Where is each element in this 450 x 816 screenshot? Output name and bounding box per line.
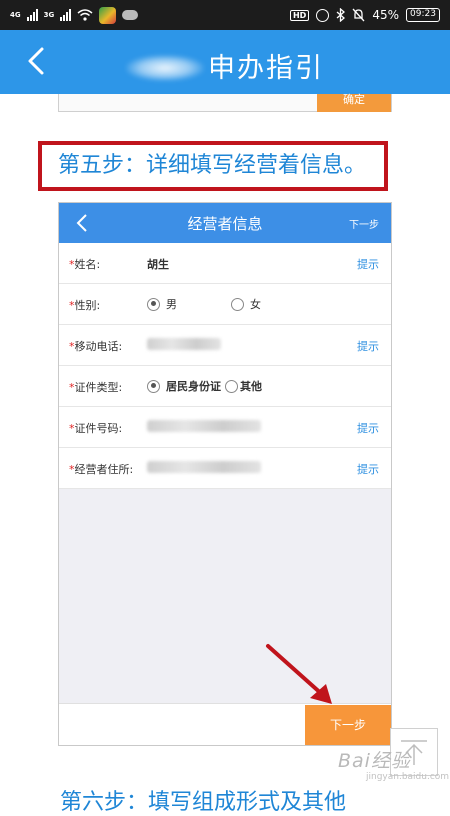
id-type-label: *证件类型: <box>69 381 123 394</box>
app-notification-icon <box>99 6 117 24</box>
name-value[interactable]: 胡生 <box>147 256 169 272</box>
name-row: *姓名: 胡生 提示 <box>59 243 391 284</box>
radio-selected-icon <box>147 297 160 311</box>
id-number-value-blurred[interactable] <box>147 420 261 435</box>
battery-icon: 09:23 <box>406 8 440 22</box>
name-label: *姓名: <box>69 258 101 271</box>
watermark-url: jingyan.baidu.com <box>366 772 450 782</box>
id-number-row: *证件号码: 提示 <box>59 407 391 448</box>
id-type-other-radio[interactable]: 其他 <box>225 378 262 394</box>
signal-icon <box>26 9 38 21</box>
name-hint-link[interactable]: 提示 <box>357 256 379 272</box>
network-3g-label: 3G <box>43 10 55 19</box>
hd-badge: HD <box>289 9 310 21</box>
confirm-button[interactable]: 确定 <box>317 94 391 112</box>
mute-icon <box>352 8 365 22</box>
previous-step-screenshot: 确定 <box>58 94 392 112</box>
phone-value-blurred[interactable] <box>147 338 221 353</box>
operator-info-screenshot: 经营者信息 下一步 *姓名: 胡生 提示 *性别: 男 女 *移动电话: 提示 … <box>58 202 392 746</box>
id-number-hint-link[interactable]: 提示 <box>357 420 379 436</box>
form-header: 经营者信息 下一步 <box>59 203 391 243</box>
battery-percent: 45% <box>372 8 399 22</box>
gender-row: *性别: 男 女 <box>59 284 391 325</box>
alarm-icon <box>316 8 330 22</box>
id-type-row: *证件类型: 居民身份证 其他 <box>59 366 391 407</box>
address-label: *经营者住所: <box>69 463 134 476</box>
radio-unselected-icon <box>231 297 244 311</box>
app-header: 申办指引 <box>0 30 450 94</box>
gender-female-radio[interactable]: 女 <box>231 296 261 312</box>
cloud-icon <box>122 10 139 20</box>
address-value-blurred[interactable] <box>147 461 261 476</box>
radio-unselected-icon <box>225 379 238 393</box>
blurred-title-prefix <box>126 55 204 81</box>
signal-icon-2 <box>60 9 72 21</box>
wifi-icon <box>77 9 93 21</box>
radio-selected-icon <box>147 379 160 393</box>
clock-time: 09:23 <box>410 9 436 19</box>
address-row: *经营者住所: 提示 <box>59 448 391 489</box>
id-type-resident-card-radio[interactable]: 居民身份证 <box>147 378 221 394</box>
status-bar: 4G 3G HD 45% 09:23 <box>0 0 450 30</box>
id-number-label: *证件号码: <box>69 422 123 435</box>
step-six-heading: 第六步：填写组成形式及其他 <box>60 790 347 815</box>
gender-label: *性别: <box>69 299 101 312</box>
baidu-watermark-logo: Bai经验 <box>338 750 411 772</box>
form-bottom-bar: 下一步 <box>59 703 391 745</box>
page-title: 申办指引 <box>0 46 450 85</box>
address-hint-link[interactable]: 提示 <box>357 461 379 477</box>
phone-hint-link[interactable]: 提示 <box>357 338 379 354</box>
phone-label: *移动电话: <box>69 340 123 353</box>
gender-male-radio[interactable]: 男 <box>147 296 177 312</box>
form-next-link[interactable]: 下一步 <box>349 216 379 231</box>
bluetooth-icon <box>336 8 346 22</box>
phone-row: *移动电话: 提示 <box>59 325 391 366</box>
step-five-heading: 第五步：详细填写经营着信息。 <box>38 141 388 191</box>
network-4g-label: 4G <box>10 10 21 19</box>
page-title-text: 申办指引 <box>208 53 324 84</box>
form-title: 经营者信息 <box>187 215 263 233</box>
next-step-button[interactable]: 下一步 <box>305 705 391 745</box>
